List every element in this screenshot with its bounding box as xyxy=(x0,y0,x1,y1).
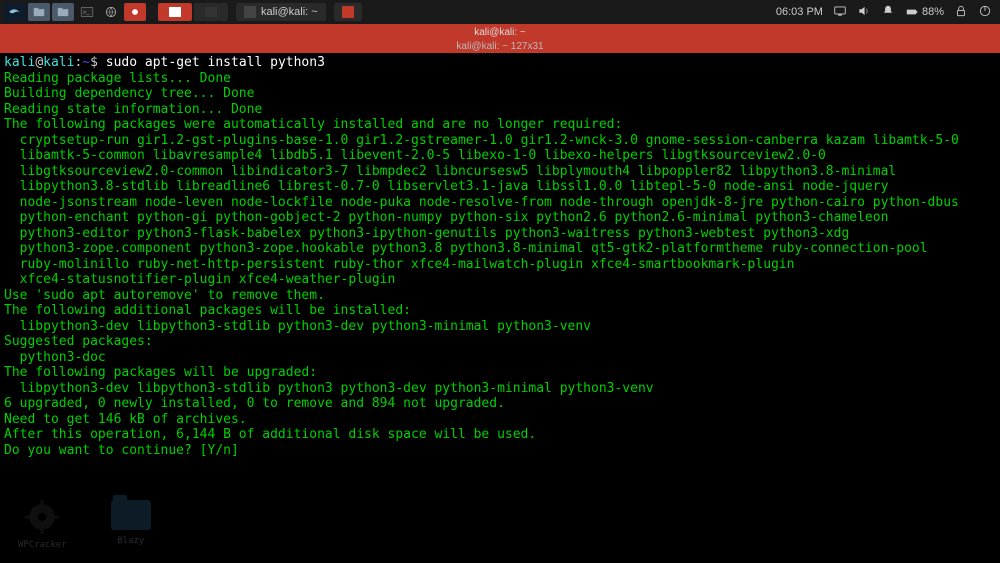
desktop-icons: WPCracker Blazy xyxy=(18,500,151,554)
files-icon[interactable] xyxy=(28,3,50,21)
out-pkg10: xfce4-statusnotifier-plugin xfce4-weathe… xyxy=(4,272,395,287)
out-l12: Do you want to continue? [Y/n] xyxy=(4,443,239,458)
prompt-path: ~ xyxy=(82,55,90,70)
titlebar[interactable]: kali@kali: ~ xyxy=(0,24,1000,41)
taskbar-left: >_ kali@kali: ~ xyxy=(0,3,362,21)
out-l7: Suggested packages: xyxy=(4,334,153,349)
titlebar-sub: kali@kali: ~ 127x31 xyxy=(0,41,1000,53)
task-terminal[interactable]: kali@kali: ~ xyxy=(236,3,326,21)
terminal-window: kali@kali: ~ kali@kali: ~ 127x31 kali@ka… xyxy=(0,24,1000,563)
out-l4: The following packages were automaticall… xyxy=(4,117,622,132)
out-pkg2: libamtk-5-common libavresample4 libdb5.1… xyxy=(4,148,826,163)
out-l6: The following additional packages will b… xyxy=(4,303,411,318)
prompt-user: kali xyxy=(4,55,35,70)
out-l8: The following packages will be upgraded: xyxy=(4,365,317,380)
volume-icon[interactable] xyxy=(857,4,871,21)
terminal-icon[interactable]: >_ xyxy=(76,3,98,21)
out-pkg5: node-jsonstream node-leven node-lockfile… xyxy=(4,195,959,210)
out-add1: libpython3-dev libpython3-stdlib python3… xyxy=(4,319,591,334)
kali-menu-icon[interactable] xyxy=(4,3,26,21)
task-recorder[interactable] xyxy=(334,3,362,21)
out-upg1: libpython3-dev libpython3-stdlib python3… xyxy=(4,381,654,396)
files2-icon[interactable] xyxy=(52,3,74,21)
battery-pct: 88% xyxy=(922,6,944,18)
monitor-icon[interactable] xyxy=(833,4,847,21)
terminal-body[interactable]: kali@kali:~$ sudo apt-get install python… xyxy=(0,53,1000,563)
svg-text:>_: >_ xyxy=(83,10,90,16)
out-l2: Building dependency tree... Done xyxy=(4,86,254,101)
notification-icon[interactable] xyxy=(881,4,895,21)
out-l1: Reading package lists... Done xyxy=(4,71,231,86)
workspace-1[interactable] xyxy=(158,3,192,21)
out-pkg9: ruby-molinillo ruby-net-http-persistent … xyxy=(4,257,795,272)
out-pkg3: libgtksourceview2.0-common libindicator3… xyxy=(4,164,896,179)
out-sug1: python3-doc xyxy=(4,350,106,365)
lock-icon[interactable] xyxy=(954,4,968,21)
recorder-icon[interactable] xyxy=(124,3,146,21)
out-pkg4: libpython3.8-stdlib libreadline6 librest… xyxy=(4,179,888,194)
out-l11: After this operation, 6,144 B of additio… xyxy=(4,427,536,442)
power-icon[interactable] xyxy=(978,4,992,21)
desktop-icon-wpcracker[interactable]: WPCracker xyxy=(18,500,67,554)
out-l9: 6 upgraded, 0 newly installed, 0 to remo… xyxy=(4,396,505,411)
out-l5: Use 'sudo apt autoremove' to remove them… xyxy=(4,288,325,303)
out-l10: Need to get 146 kB of archives. xyxy=(4,412,247,427)
taskbar: >_ kali@kali: ~ 06:03 PM 88 xyxy=(0,0,1000,24)
out-l3: Reading state information... Done xyxy=(4,102,262,117)
out-pkg7: python3-editor python3-flask-babelex pyt… xyxy=(4,226,849,241)
browser-icon[interactable] xyxy=(100,3,122,21)
out-pkg6: python-enchant python-gi python-gobject-… xyxy=(4,210,888,225)
battery-icon[interactable]: 88% xyxy=(905,5,944,19)
command: sudo apt-get install python3 xyxy=(106,55,325,70)
prompt-dollar: $ xyxy=(90,55,106,70)
task-label: kali@kali: ~ xyxy=(261,6,318,18)
out-pkg8: python3-zope.component python3-zope.hook… xyxy=(4,241,928,256)
desktop-label-1: WPCracker xyxy=(18,538,67,554)
clock: 06:03 PM xyxy=(776,6,823,18)
taskbar-right: 06:03 PM 88% xyxy=(776,4,1000,21)
desktop-label-2: Blazy xyxy=(117,534,144,550)
window-title: kali@kali: ~ xyxy=(474,27,526,38)
prompt-host: kali xyxy=(43,55,74,70)
desktop-icon-blazy[interactable]: Blazy xyxy=(111,500,151,554)
workspace-2[interactable] xyxy=(194,3,228,21)
prompt-at: @ xyxy=(35,55,43,70)
out-pkg1: cryptsetup-run gir1.2-gst-plugins-base-1… xyxy=(4,133,959,148)
